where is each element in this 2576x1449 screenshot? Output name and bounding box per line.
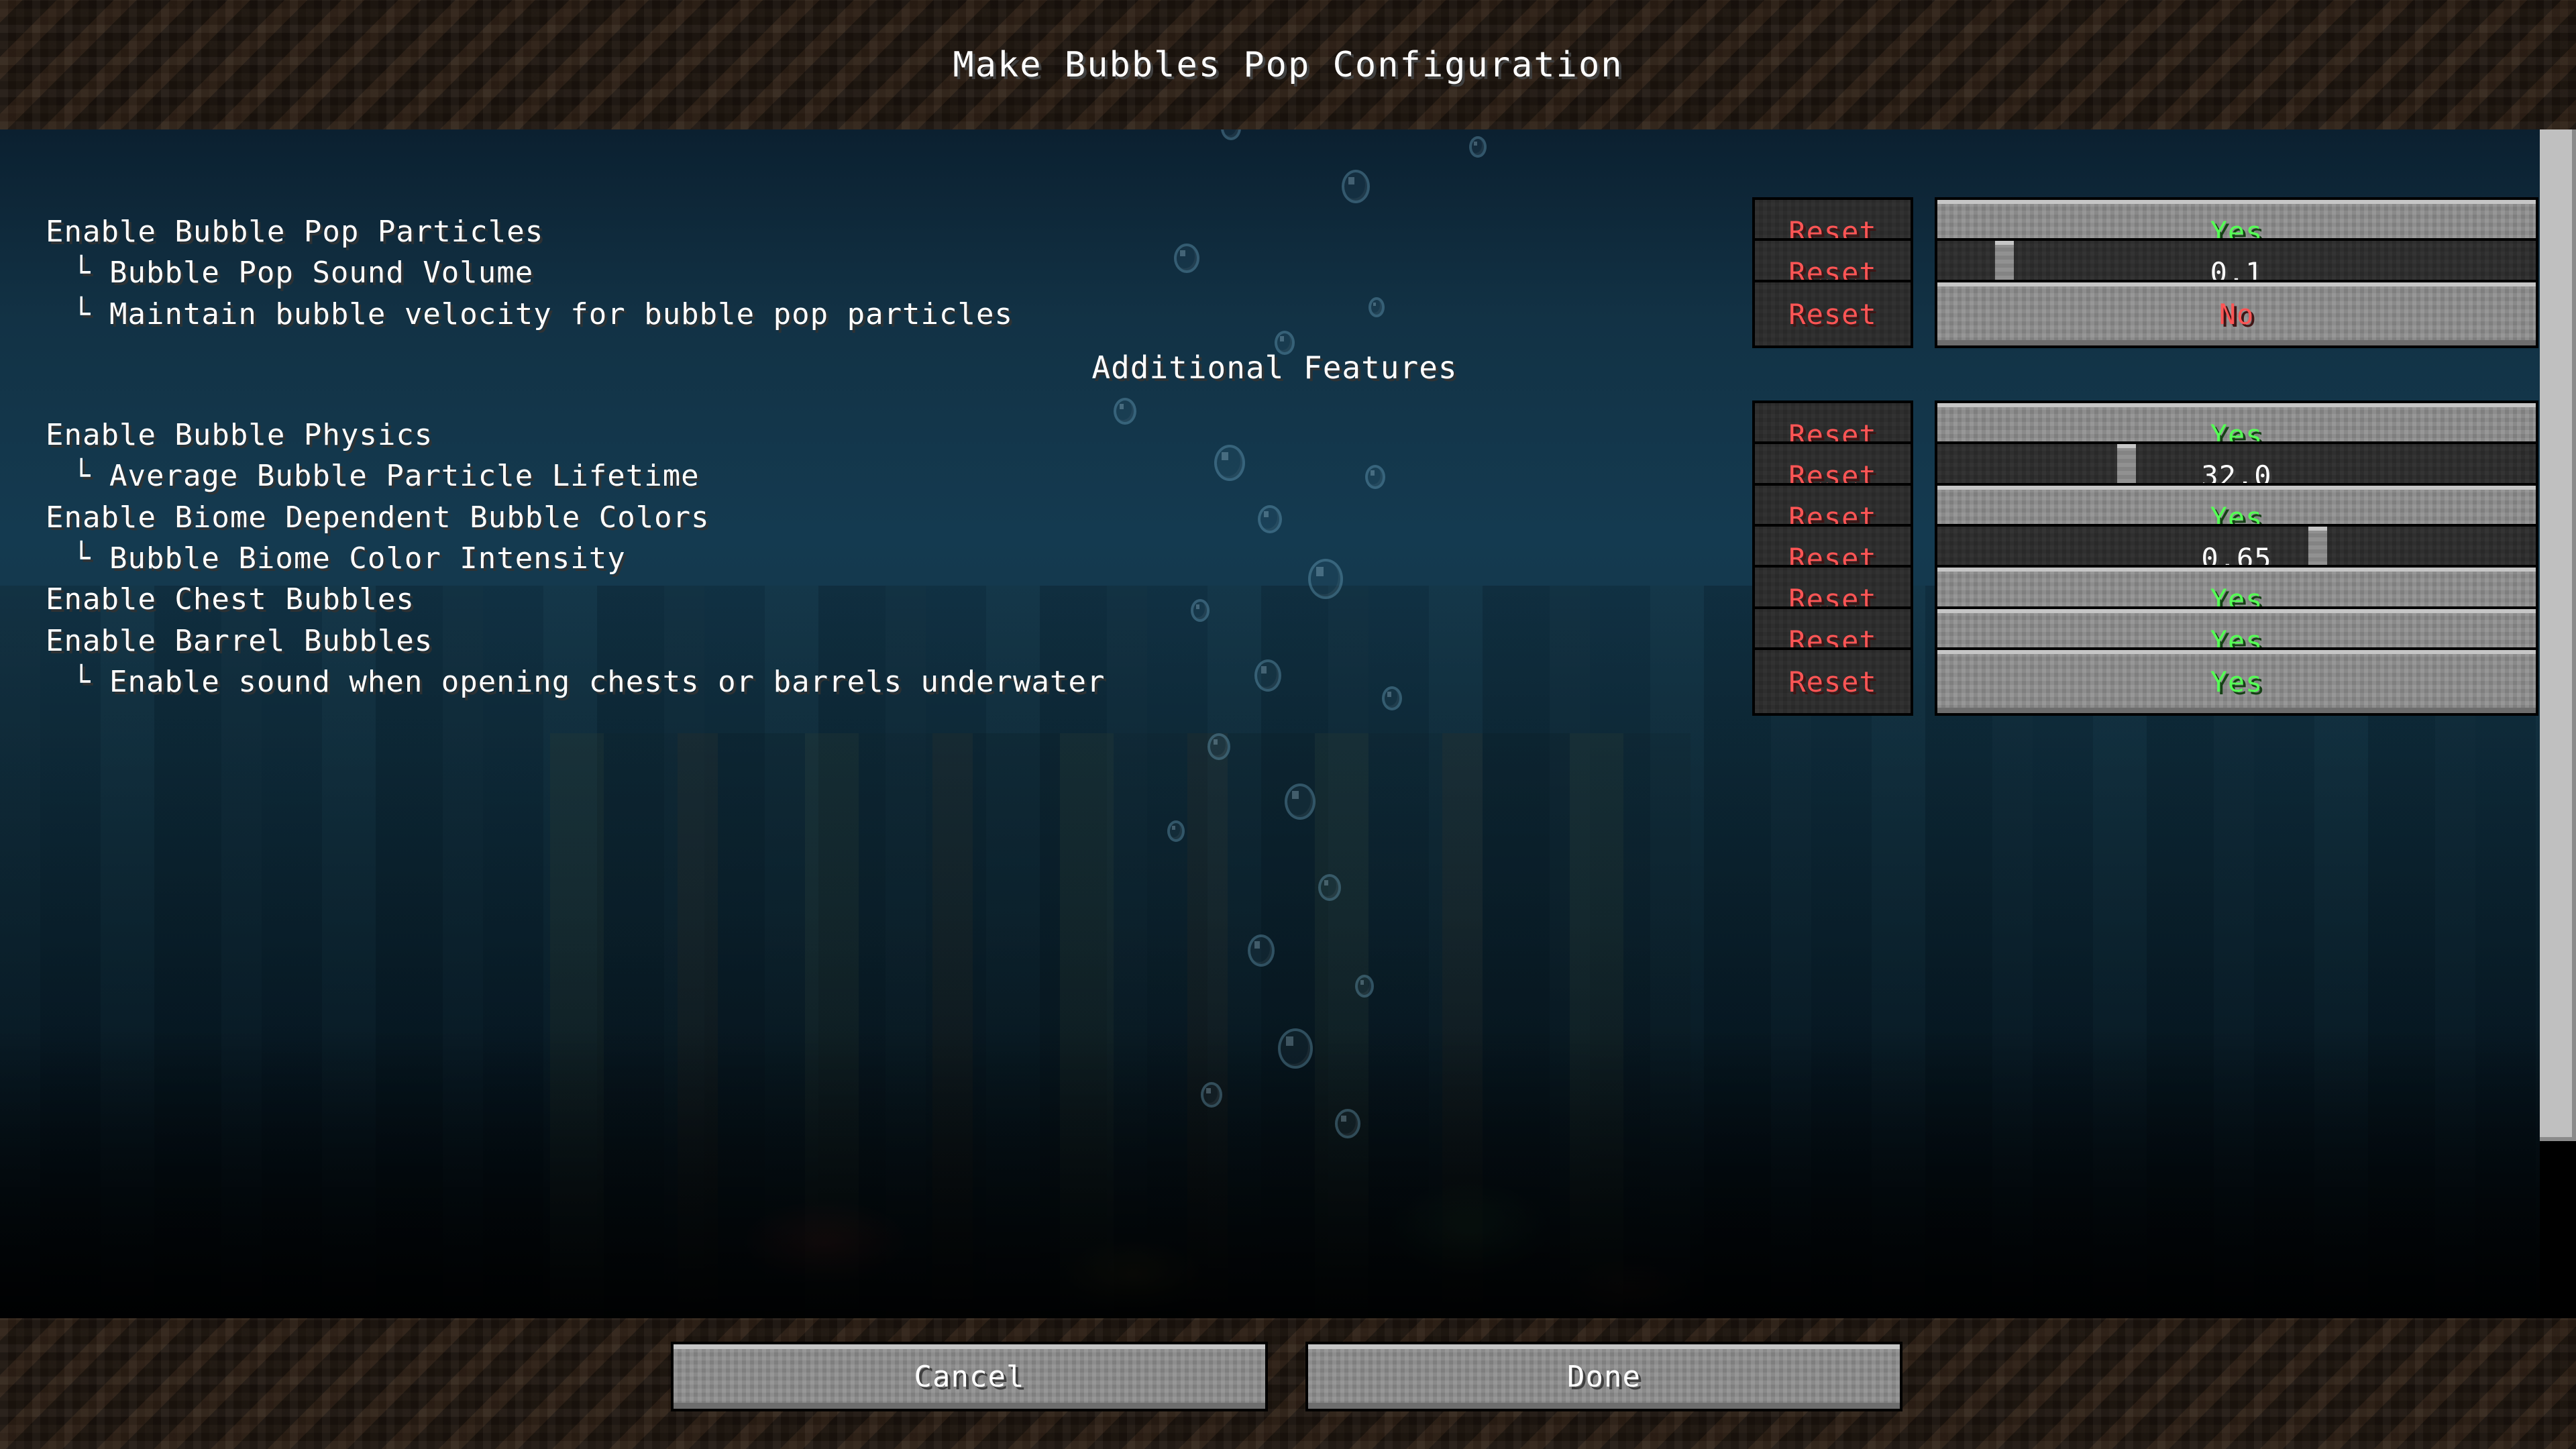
- bubble-decoration: [1248, 934, 1275, 967]
- bubble-decoration: [1278, 1028, 1313, 1069]
- bubble-decoration: [1469, 136, 1487, 158]
- underwater-ruins: [550, 733, 1690, 1318]
- bubble-decoration: [1167, 820, 1185, 842]
- underwater-coral: [704, 988, 1711, 1318]
- reset-button[interactable]: Reset: [1752, 647, 1913, 716]
- bubble-decoration: [1221, 129, 1241, 140]
- bubble-decoration: [1201, 1082, 1222, 1108]
- bubble-decoration: [1208, 733, 1230, 760]
- toggle-button[interactable]: No: [1935, 280, 2538, 348]
- toggle-button[interactable]: Yes: [1935, 647, 2538, 716]
- cancel-button[interactable]: Cancel: [671, 1342, 1268, 1411]
- scrollbar-track[interactable]: [2540, 129, 2576, 1318]
- bubble-decoration: [1318, 874, 1341, 901]
- option-label: └ Maintain bubble velocity for bubble po…: [72, 297, 1014, 331]
- option-row: └ Maintain bubble velocity for bubble po…: [0, 279, 2549, 349]
- footer-dirt-background: [0, 1318, 2576, 1449]
- config-screen: Make Bubbles Pop Configuration Additiona…: [0, 0, 2576, 1449]
- option-label: └ Enable sound when opening chests or ba…: [72, 664, 1106, 699]
- option-row: └ Enable sound when opening chests or ba…: [0, 647, 2549, 716]
- bubble-decoration: [1335, 1109, 1360, 1138]
- underwater-shadow-overlay: [0, 1028, 2576, 1318]
- reset-button[interactable]: Reset: [1752, 280, 1913, 348]
- done-button[interactable]: Done: [1305, 1342, 1902, 1411]
- options-scroll-area[interactable]: Additional Features Enable Bubble Pop Par…: [0, 129, 2576, 1318]
- page-title: Make Bubbles Pop Configuration: [953, 44, 1623, 85]
- scrollbar-thumb[interactable]: [2540, 129, 2576, 1141]
- bubble-decoration: [1285, 784, 1316, 820]
- section-header-additional-features: Additional Features: [1091, 350, 1458, 386]
- bubble-decoration: [1355, 975, 1374, 998]
